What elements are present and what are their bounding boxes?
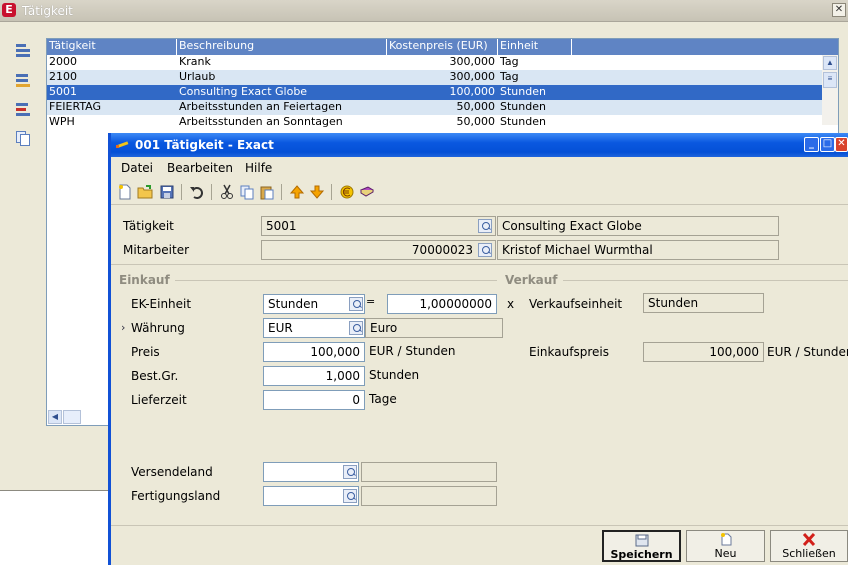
background-window-title: Tätigkeit (22, 4, 73, 18)
column-header-beschreibung[interactable]: Beschreibung (177, 39, 387, 55)
equals-sign: = (366, 295, 376, 308)
menu-bearbeiten[interactable]: Bearbeiten (167, 161, 233, 175)
new-button[interactable]: Neu (686, 530, 765, 562)
verkauf-section-title: Verkauf (505, 273, 558, 287)
column-header-einheit[interactable]: Einheit (498, 39, 572, 55)
ek-einheit-label: EK-Einheit (131, 297, 192, 311)
insert-row-icon[interactable] (14, 42, 32, 58)
table-row-selected[interactable]: 5001 Consulting Exact Globe 100,000 Stun… (47, 85, 822, 100)
horizontal-scroll-thumb[interactable] (63, 410, 81, 424)
currency-icon[interactable] (339, 184, 355, 200)
waehrung-label: Währung (131, 321, 185, 335)
dialog-footer: Speichern Neu Schließen (111, 525, 848, 565)
lieferzeit-unit: Tage (369, 392, 397, 406)
lookup-icon[interactable] (349, 321, 363, 335)
section-divider (563, 280, 848, 281)
versendeland-description (361, 462, 497, 482)
column-header-kostenpreis[interactable]: Kostenpreis (EUR) (387, 39, 498, 55)
delete-row-icon[interactable] (14, 101, 32, 117)
save-button[interactable]: Speichern (602, 530, 681, 562)
dialog-titlebar[interactable]: 001 Tätigkeit - Exact _ □ ✕ (111, 133, 848, 157)
fertigungsland-description (361, 486, 497, 506)
close-icon[interactable]: ✕ (835, 137, 848, 152)
menu-bar: Datei Bearbeiten Hilfe (111, 157, 848, 177)
copy-documents-icon[interactable] (14, 130, 32, 146)
lookup-icon[interactable] (343, 489, 357, 503)
mitarbeiter-field[interactable]: 70000023 (261, 240, 496, 260)
close-icon (802, 533, 816, 546)
lookup-icon[interactable] (478, 243, 492, 257)
waehrung-description: Euro (365, 318, 503, 338)
lookup-icon[interactable] (349, 297, 363, 311)
vertical-scrollbar[interactable]: ▲ ≡ (822, 55, 838, 125)
lieferzeit-label: Lieferzeit (131, 393, 187, 407)
einkaufspreis-label: Einkaufspreis (529, 345, 609, 359)
toolbar-separator (331, 184, 332, 200)
exact-app-icon: E (2, 3, 16, 17)
table-row[interactable]: 2100 Urlaub 300,000 Tag (47, 70, 822, 85)
versendeland-label: Versendeland (131, 465, 213, 479)
maximize-icon[interactable]: □ (820, 137, 835, 152)
required-marker: › (121, 321, 126, 334)
save-icon[interactable] (159, 184, 175, 200)
cut-icon[interactable] (219, 184, 235, 200)
arrow-up-icon[interactable] (289, 184, 305, 200)
mitarbeiter-name: Kristof Michael Wurmthal (497, 240, 779, 260)
lookup-icon[interactable] (343, 465, 357, 479)
toolbar (111, 179, 848, 205)
menu-datei[interactable]: Datei (121, 161, 153, 175)
factor-input[interactable]: 1,00000000 (387, 294, 497, 314)
new-document-icon (720, 533, 731, 546)
verkaufseinheit-label: Verkaufseinheit (529, 297, 623, 311)
bestgr-unit: Stunden (369, 368, 420, 382)
copy-icon[interactable] (239, 184, 255, 200)
arrow-down-icon[interactable] (309, 184, 325, 200)
column-header-taetigkeit[interactable]: Tätigkeit (47, 39, 177, 55)
undo-icon[interactable] (189, 184, 205, 200)
times-sign: x (507, 297, 515, 311)
section-divider (175, 280, 497, 281)
einkauf-section-title: Einkauf (119, 273, 170, 287)
toolbar-separator (211, 184, 212, 200)
scroll-up-icon[interactable]: ▲ (823, 56, 837, 70)
toolbar-separator (281, 184, 282, 200)
mitarbeiter-label: Mitarbeiter (123, 243, 190, 257)
taetigkeit-description: Consulting Exact Globe (497, 216, 779, 236)
close-icon[interactable]: ✕ (832, 3, 846, 17)
toolbar-separator (181, 184, 182, 200)
background-titlebar[interactable]: E Tätigkeit ✕ (0, 0, 848, 22)
preis-label: Preis (131, 345, 160, 359)
table-row[interactable]: WPH Arbeitsstunden an Sonntagen 50,000 S… (47, 115, 822, 130)
lieferzeit-input[interactable]: 0 (263, 390, 365, 410)
scroll-left-icon[interactable]: ◀ (48, 410, 62, 424)
close-button[interactable]: Schließen (770, 530, 848, 562)
paste-icon[interactable] (259, 184, 275, 200)
preis-input[interactable]: 100,000 (263, 342, 365, 362)
table-row[interactable]: FEIERTAG Arbeitsstunden an Feiertagen 50… (47, 100, 822, 115)
dialog-title: 001 Tätigkeit - Exact (135, 138, 274, 152)
fertigungsland-label: Fertigungsland (131, 489, 221, 503)
menu-hilfe[interactable]: Hilfe (245, 161, 272, 175)
minimize-icon[interactable]: _ (804, 137, 819, 152)
open-folder-icon[interactable] (137, 184, 153, 200)
lookup-icon[interactable] (478, 219, 492, 233)
grid-header: Tätigkeit Beschreibung Kostenpreis (EUR)… (47, 39, 838, 55)
verkaufseinheit-field: Stunden (643, 293, 764, 313)
save-icon (635, 534, 648, 547)
einkaufspreis-unit: EUR / Stunder (767, 345, 848, 359)
book-icon[interactable] (359, 184, 375, 200)
einkaufspreis-field: 100,000 (643, 342, 764, 362)
header-panel: Tätigkeit 5001 Consulting Exact Globe Mi… (111, 213, 848, 265)
scroll-thumb[interactable]: ≡ (823, 72, 837, 88)
bestgr-input[interactable]: 1,000 (263, 366, 365, 386)
activity-dialog: 001 Tätigkeit - Exact _ □ ✕ Datei Bearbe… (108, 133, 848, 565)
table-row[interactable]: 2000 Krank 300,000 Tag (47, 55, 822, 70)
preis-unit: EUR / Stunden (369, 344, 456, 358)
new-document-icon[interactable] (117, 184, 133, 200)
taetigkeit-field[interactable]: 5001 (261, 216, 496, 236)
bestgr-label: Best.Gr. (131, 369, 179, 383)
pencil-icon (116, 141, 129, 148)
edit-list-icon[interactable] (14, 72, 32, 88)
taetigkeit-label: Tätigkeit (123, 219, 174, 233)
